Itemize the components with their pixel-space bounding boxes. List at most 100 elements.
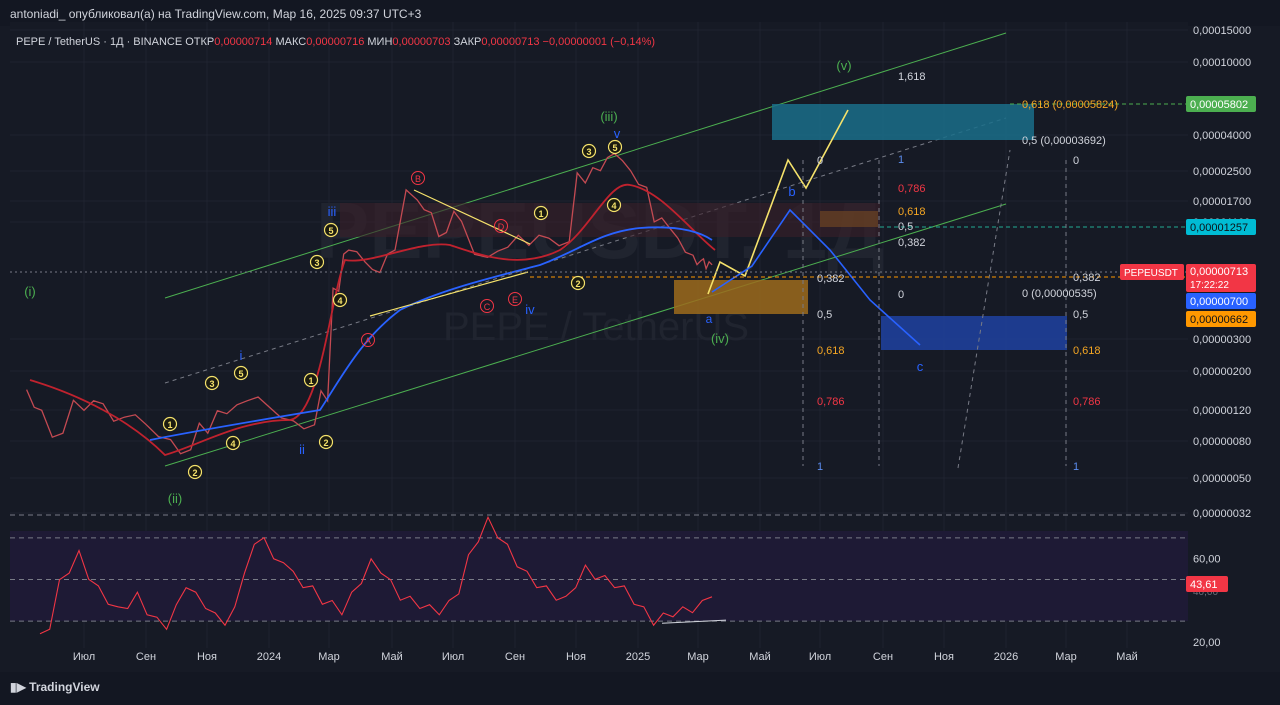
fib-label-f-382-b: 0,382 [817, 273, 845, 285]
y-tick-4: 0,00001700 [1193, 196, 1251, 208]
x-tick-9: 2025 [626, 651, 650, 663]
fib-label-f-0-c: 0 [1073, 155, 1079, 167]
tag-current-price: 0,00000713 [1190, 266, 1248, 278]
legend-open-label: ОТКР [185, 36, 215, 48]
wave-label-r-D: D [498, 222, 505, 232]
fib-label-f-05-b: 0,5 [817, 309, 832, 321]
y-tick-7: 0,00000200 [1193, 366, 1251, 378]
x-tick-17: Май [1116, 651, 1138, 663]
tradingview-brand: TradingView [29, 680, 100, 694]
tag-target-green: 0,00005802 [1190, 99, 1248, 111]
y-tick-2: 0,00004000 [1193, 130, 1251, 142]
target-box-blue [881, 316, 1067, 350]
legend-high-label: МАКС [275, 36, 307, 48]
fib-label-top-05: 0,5 (0,00003692) [1022, 135, 1106, 147]
rsi-tick-60: 60,00 [1193, 554, 1221, 566]
tag-level-cyan: 0,00001257 [1190, 222, 1248, 234]
y-tick-11: 0,00000032 [1193, 508, 1251, 520]
wave-label-r-E: E [512, 295, 518, 305]
x-tick-2: Ноя [197, 651, 217, 663]
wave-label-b-v: v [614, 126, 621, 141]
x-tick-8: Ноя [566, 651, 586, 663]
wave-label-yellow-14: 5 [612, 143, 617, 153]
fib-label-f-786-a: 0,786 [898, 183, 926, 195]
wave-label-yellow-1: 2 [192, 468, 197, 478]
x-tick-3: 2024 [257, 651, 281, 663]
footer-bar [0, 672, 1280, 705]
wave-label-yellow-5: 1 [308, 376, 313, 386]
wave-label-yellow-7: 3 [314, 258, 319, 268]
fib-label-f-618-b: 0,618 [817, 345, 845, 357]
fib-label-f-1-c: 1 [1073, 461, 1079, 473]
y-tick-10: 0,00000050 [1193, 473, 1251, 485]
x-tick-5: Май [381, 651, 403, 663]
wave-label-yellow-6: 2 [323, 438, 328, 448]
support-box-orange [674, 280, 808, 314]
wave-label-b-iv: iv [525, 302, 535, 317]
tradingview-logo-icon: ▮▶ [10, 680, 30, 694]
symbol-legend: PEPE / TetherUS · 1Д · BINANCE ОТКР 0,000… [16, 36, 655, 48]
x-tick-4: Мар [318, 651, 340, 663]
fib-label-f-0-d: 0 (0,00000535) [1022, 288, 1097, 300]
y-tick-3: 0,00002500 [1193, 166, 1251, 178]
wave-label-yellow-11: 2 [575, 279, 580, 289]
x-tick-6: Июл [442, 651, 464, 663]
x-tick-15: 2026 [994, 651, 1018, 663]
fib-label-f-382-c: 0,382 [1073, 272, 1101, 284]
x-tick-10: Мар [687, 651, 709, 663]
wave-label-g-iii: (iii) [600, 109, 617, 124]
fib-label-f-786-b: 0,786 [817, 396, 845, 408]
wave-label-r-B: B [415, 174, 421, 184]
fib-label-f-382-a: 0,382 [898, 237, 926, 249]
fib-label-f-618-a: 0,618 [898, 206, 926, 218]
x-tick-11: Май [749, 651, 771, 663]
wave-label-b-a: a [706, 312, 713, 326]
wave-label-yellow-2: 3 [209, 379, 214, 389]
wave-label-b-c: c [917, 359, 924, 374]
tag-level-orange: 0,00000662 [1190, 314, 1248, 326]
legend-close-value: 0,00000713 [481, 36, 540, 48]
y-tick-6: 0,00000300 [1193, 334, 1251, 346]
tag-symbol: PEPEUSDT [1124, 268, 1178, 279]
wave-label-yellow-12: 3 [586, 147, 591, 157]
wave-label-yellow-8: 4 [337, 296, 342, 306]
wave-label-b-b: b [788, 184, 795, 199]
fib-label-f-786-c: 0,786 [1073, 396, 1101, 408]
x-tick-13: Сен [873, 651, 893, 663]
x-tick-16: Мар [1055, 651, 1077, 663]
wave-label-b-i: i [240, 348, 243, 363]
fib-label-f-618-c: 0,618 [1073, 345, 1101, 357]
legend-low-value: 0,00000703 [392, 36, 451, 48]
fib-label-f-1-b: 1 [817, 461, 823, 473]
fib-label-f-05-c: 0,5 [1073, 309, 1088, 321]
tag-rsi-value: 43,61 [1190, 579, 1218, 591]
y-tick-9: 0,00000080 [1193, 436, 1251, 448]
wave-label-b-ii: ii [299, 442, 305, 457]
fib-label-f-0-a: 0 [817, 155, 823, 167]
y-tick-1: 0,00010000 [1193, 57, 1251, 69]
y-tick-8: 0,00000120 [1193, 405, 1251, 417]
wave-label-yellow-13: 4 [611, 201, 616, 211]
fib-label-f-0-b: 0 [898, 289, 904, 301]
tag-countdown: 17:22:22 [1190, 280, 1229, 291]
x-tick-1: Сен [136, 651, 156, 663]
wave-label-yellow-9: 5 [328, 226, 333, 236]
wave-label-g-i: (i) [24, 284, 36, 299]
legend-low-label: МИН [367, 36, 393, 48]
wave-label-g-v: (v) [836, 58, 851, 73]
y-tick-0: 0,00015000 [1193, 25, 1251, 37]
wave-label-g-ii: (ii) [168, 491, 182, 506]
legend-change: −0,00000001 (−0,14%) [542, 36, 656, 48]
fib-label-f-1-a: 1 [898, 154, 904, 166]
fib-label-top-618: 0,618 (0,00005824) [1022, 99, 1118, 111]
price-chart[interactable]: PEPEUSDT, 1Д PEPE / TetherUS 0,618 (0,00… [0, 0, 1280, 705]
rsi-tick-20: 20,00 [1193, 637, 1221, 649]
wave-label-yellow-4: 5 [238, 369, 243, 379]
tradingview-logo[interactable]: ▮▶ TradingView [10, 680, 100, 694]
wave-label-yellow-10: 1 [538, 209, 543, 219]
x-tick-12: Июл [809, 651, 831, 663]
legend-symbol: PEPE / TetherUS · 1Д · BINANCE [16, 36, 183, 48]
wave-label-b-iii: iii [328, 204, 337, 219]
rsi-band [10, 531, 1188, 622]
x-tick-7: Сен [505, 651, 525, 663]
